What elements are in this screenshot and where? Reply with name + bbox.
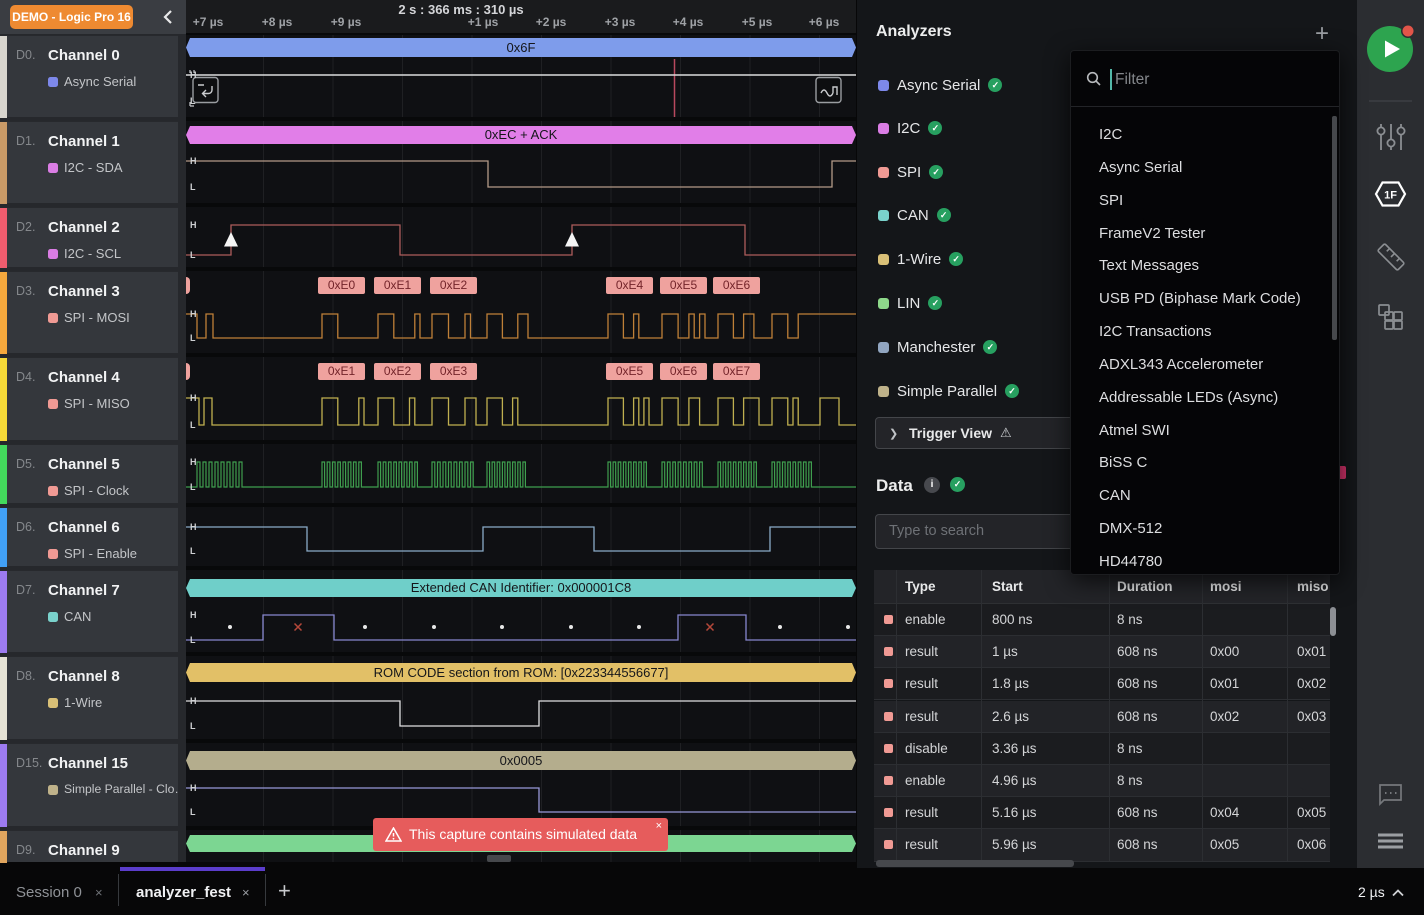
svg-text:H: H — [190, 393, 197, 403]
svg-text:L: L — [190, 635, 196, 645]
svg-text:H: H — [190, 309, 197, 319]
svg-text:L: L — [190, 546, 196, 556]
svg-text:L: L — [190, 96, 196, 106]
svg-text:1F: 1F — [1384, 190, 1397, 202]
svg-text:H: H — [190, 610, 197, 620]
svg-text:L: L — [190, 482, 196, 492]
svg-text:L: L — [190, 182, 196, 192]
svg-text:H: H — [190, 783, 197, 793]
svg-text:H: H — [190, 220, 197, 230]
svg-text:H: H — [190, 696, 197, 706]
svg-text:L: L — [190, 420, 196, 430]
svg-text:L: L — [190, 250, 196, 260]
svg-text:L: L — [190, 333, 196, 343]
svg-text:L: L — [190, 721, 196, 731]
svg-text:H: H — [190, 70, 197, 80]
svg-text:H: H — [190, 156, 197, 166]
svg-text:H: H — [190, 457, 197, 467]
svg-text:H: H — [190, 522, 197, 532]
svg-text:L: L — [190, 807, 196, 817]
